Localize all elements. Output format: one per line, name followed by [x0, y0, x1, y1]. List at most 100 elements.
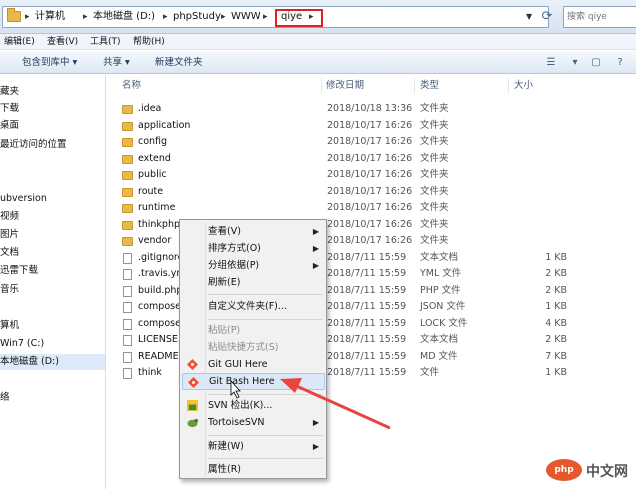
ctx-paste[interactable]: 粘贴(P): [182, 322, 325, 339]
menu-help[interactable]: 帮助(H): [133, 34, 165, 50]
file-size: 4 KB: [545, 318, 567, 329]
folder-icon: [122, 138, 133, 147]
menu-separator: [208, 294, 323, 295]
file-size: [517, 233, 567, 249]
ctx-new[interactable]: 新建(W) ▶: [182, 438, 325, 455]
file-name: route: [138, 186, 164, 197]
file-type: LOCK 文件: [420, 318, 468, 329]
nav-recent-places[interactable]: 最近访问的位置: [0, 137, 105, 153]
refresh-icon[interactable]: ⟳: [536, 6, 558, 28]
watermark-logo: php: [546, 459, 582, 481]
file-type: 文件夹: [420, 153, 449, 164]
git-bash-icon: [188, 377, 199, 388]
chevron-down-icon[interactable]: ▾: [567, 56, 583, 69]
file-modified-date: 2018/7/11 15:59: [327, 268, 407, 279]
git-gui-icon: [187, 359, 198, 370]
chevron-right-icon[interactable]: ▸: [263, 7, 268, 27]
file-modified-date: 2018/7/11 15:59: [327, 301, 407, 312]
crumb-computer[interactable]: 计算机: [35, 7, 65, 27]
menu-tools[interactable]: 工具(T): [90, 34, 121, 50]
nav-downloads[interactable]: 下载: [0, 101, 105, 117]
file-size: [517, 134, 567, 150]
file-size: [517, 167, 567, 183]
file-name: .gitignore: [138, 252, 184, 263]
ctx-sort-label: 排序方式(O): [208, 243, 261, 254]
file-modified-date: 2018/7/11 15:59: [327, 318, 407, 329]
ctx-properties[interactable]: 属性(R): [182, 461, 325, 478]
nav-videos[interactable]: 视频: [0, 209, 105, 225]
nav-pictures[interactable]: 图片: [0, 227, 105, 243]
ctx-git-bash-here[interactable]: Git Bash Here: [182, 373, 325, 390]
nav-computer[interactable]: 算机: [0, 318, 105, 334]
file-size: [517, 118, 567, 134]
nav-desktop[interactable]: 桌面: [0, 118, 105, 134]
search-box[interactable]: [563, 6, 636, 28]
nav-thunder-downloads[interactable]: 迅雷下载: [0, 263, 105, 279]
chevron-right-icon[interactable]: ▸: [163, 7, 168, 27]
column-header-name[interactable]: 名称: [122, 78, 141, 94]
crumb-phpstudy[interactable]: phpStudy: [173, 7, 221, 27]
nav-music[interactable]: 音乐: [0, 282, 105, 298]
search-input[interactable]: [567, 9, 633, 25]
nav-drive-c[interactable]: Win7 (C:): [0, 336, 105, 352]
file-size: 1 KB: [545, 367, 567, 378]
folder-icon: [122, 188, 133, 197]
column-header-size[interactable]: 大小: [514, 78, 533, 94]
menu-view[interactable]: 查看(V): [47, 34, 78, 50]
nav-documents[interactable]: 文档: [0, 245, 105, 261]
file-modified-date: 2018/10/17 16:26: [327, 120, 413, 131]
new-folder-button[interactable]: 新建文件夹: [155, 51, 203, 74]
ctx-svn-checkout[interactable]: SVN 检出(K)...: [182, 397, 325, 414]
file-type: 文件: [420, 367, 440, 378]
column-header-type[interactable]: 类型: [420, 78, 439, 94]
crumb-drive-d[interactable]: 本地磁盘 (D:): [93, 7, 155, 27]
file-name: extend: [138, 153, 171, 164]
ctx-git-bash-label: Git Bash Here: [209, 376, 275, 387]
view-options-icon[interactable]: ☰: [543, 56, 559, 69]
nav-subversion[interactable]: ubversion: [0, 191, 105, 207]
crumb-www[interactable]: WWW: [231, 7, 261, 27]
file-modified-date: 2018/7/11 15:59: [327, 285, 407, 296]
ctx-sort-by[interactable]: 排序方式(O) ▶: [182, 240, 325, 257]
chevron-right-icon[interactable]: ▸: [25, 7, 30, 27]
menu-edit[interactable]: 编辑(E): [4, 34, 35, 50]
preview-pane-icon[interactable]: ▢: [588, 56, 604, 69]
file-modified-date: 2018/10/17 16:26: [327, 186, 413, 197]
file-modified-date: 2018/10/17 16:26: [327, 153, 413, 164]
nav-drive-d[interactable]: 本地磁盘 (D:): [0, 354, 105, 370]
folder-icon: [122, 105, 133, 114]
watermark: php 中文网: [546, 456, 634, 486]
tortoisesvn-icon: [187, 418, 198, 428]
help-icon[interactable]: ?: [612, 56, 628, 69]
file-type: YML 文件: [420, 268, 462, 279]
ctx-view[interactable]: 查看(V) ▶: [182, 223, 325, 240]
chevron-right-icon[interactable]: ▸: [83, 7, 88, 27]
breadcrumb[interactable]: ▸ 计算机 ▸ 本地磁盘 (D:) ▸ phpStudy ▸ WWW ▸ qiy…: [2, 6, 549, 28]
ctx-git-gui-here[interactable]: Git GUI Here: [182, 356, 325, 373]
column-header-date[interactable]: 修改日期: [326, 78, 364, 94]
file-type: MD 文件: [420, 351, 458, 362]
file-type: 文件夹: [420, 219, 449, 230]
ctx-tortoisesvn[interactable]: TortoiseSVN ▶: [182, 414, 325, 431]
ctx-paste-shortcut[interactable]: 粘贴快捷方式(S): [182, 339, 325, 356]
chevron-right-icon[interactable]: ▸: [221, 7, 226, 27]
file-type: PHP 文件: [420, 285, 461, 296]
chevron-down-icon[interactable]: ▼: [526, 7, 532, 27]
column-divider[interactable]: [508, 78, 509, 94]
file-icon: [123, 302, 132, 313]
nav-favorites[interactable]: 藏夹: [0, 84, 105, 100]
share-button[interactable]: 共享 ▾: [103, 51, 130, 74]
column-divider[interactable]: [321, 78, 322, 94]
column-divider[interactable]: [414, 78, 415, 94]
file-modified-date: 2018/10/17 16:26: [327, 235, 413, 246]
nav-network[interactable]: 络: [0, 390, 105, 406]
ctx-customize-folder[interactable]: 自定义文件夹(F)...: [182, 298, 325, 315]
folder-icon: [122, 237, 133, 246]
ctx-view-label: 查看(V): [208, 226, 241, 237]
file-name: config: [138, 136, 168, 147]
ctx-refresh[interactable]: 刷新(E): [182, 274, 325, 291]
submenu-arrow-icon: ▶: [312, 244, 319, 253]
ctx-group-by[interactable]: 分组依据(P) ▶: [182, 257, 325, 274]
include-in-library-button[interactable]: 包含到库中 ▾: [22, 51, 77, 74]
file-size: [517, 151, 567, 167]
